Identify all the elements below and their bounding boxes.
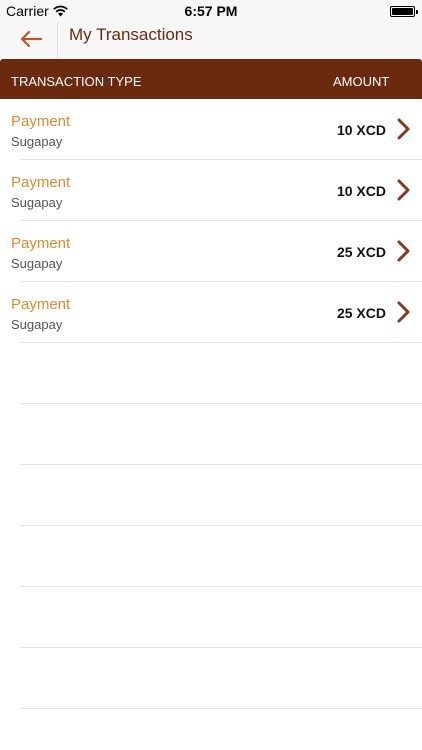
transaction-provider: Sugapay [11,256,63,271]
status-time: 6:57 PM [184,3,238,19]
transaction-type: Payment [11,174,71,191]
transaction-provider: Sugapay [11,317,63,332]
status-bar: Carrier 6:57 PM [0,0,422,22]
divider [20,526,422,587]
transaction-amount: 25 XCD [336,305,386,321]
divider [20,465,422,526]
transaction-amount: 10 XCD [336,183,386,199]
divider [20,587,422,648]
column-header-amount: AMOUNT [333,74,390,89]
nav-bar: My Transactions [0,22,422,59]
nav-divider [57,22,58,59]
transaction-provider: Sugapay [11,195,63,210]
transaction-row[interactable]: Payment Sugapay 25 XCD [11,282,422,343]
transaction-provider: Sugapay [11,134,63,149]
transaction-row[interactable]: Payment Sugapay 10 XCD [11,160,422,221]
divider [20,404,422,465]
column-header-type: TRANSACTION TYPE [11,74,142,89]
transaction-amount: 10 XCD [336,122,386,138]
divider [20,343,422,404]
transaction-row[interactable]: Payment Sugapay 10 XCD [11,99,422,160]
transaction-amount: 25 XCD [336,244,386,260]
back-button[interactable] [14,22,48,56]
transaction-type: Payment [11,235,71,252]
chevron-right-icon [397,240,410,262]
transaction-type: Payment [11,296,71,313]
battery-icon [390,6,418,17]
transaction-list: Payment Sugapay 10 XCD Payment Sugapay 1… [0,99,422,343]
transaction-row[interactable]: Payment Sugapay 25 XCD [11,221,422,282]
chevron-right-icon [397,118,410,140]
divider [20,648,422,709]
empty-list-area [20,343,422,709]
table-header: TRANSACTION TYPE AMOUNT [0,59,422,99]
transaction-type: Payment [11,113,71,130]
chevron-right-icon [397,301,410,323]
chevron-right-icon [397,179,410,201]
arrow-left-icon [20,30,43,48]
page-title: My Transactions [69,25,193,44]
